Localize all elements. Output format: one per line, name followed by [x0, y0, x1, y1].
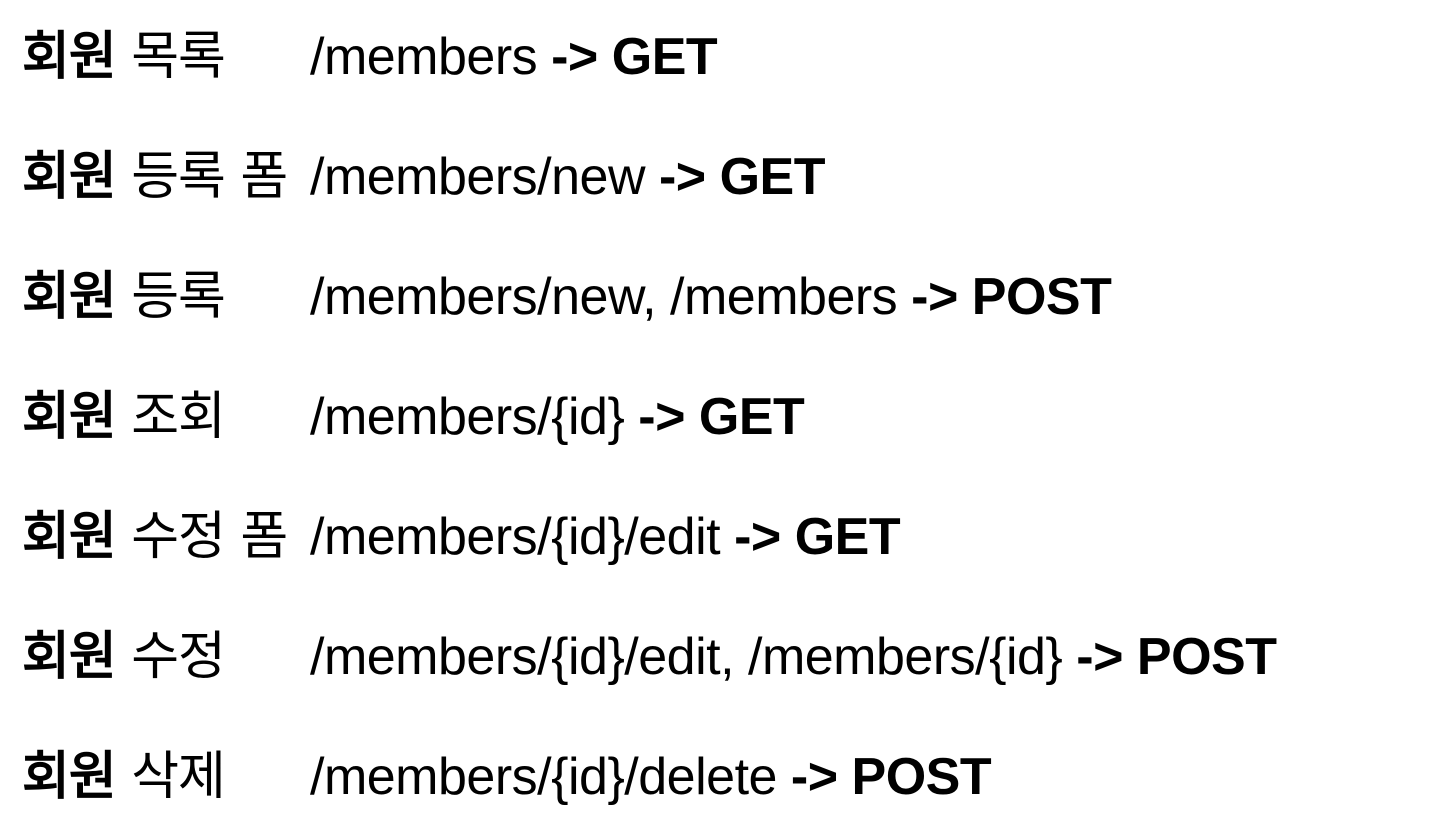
route-label: 회원 등록 폼 [22, 142, 288, 212]
route-arrow: -> [658, 148, 706, 206]
route-arrow: -> [638, 388, 685, 446]
route-row-member-edit: 회원 수정 /members/{id}/edit, /members/{id} … [22, 622, 1444, 742]
route-row-member-detail: 회원 조회 /members/{id} -> GET [22, 382, 1444, 502]
route-entity: 회원 [22, 267, 117, 327]
http-method: GET [794, 508, 901, 566]
http-method: POST [971, 268, 1112, 326]
route-path: /members/{id} [310, 388, 625, 446]
route-action: 조회 [131, 387, 226, 447]
route-arrow: -> [1076, 628, 1123, 686]
route-row-member-edit-form: 회원 수정 폼 /members/{id}/edit -> GET [22, 502, 1444, 622]
route-endpoint: /members/new, /members -> POST [310, 262, 1112, 332]
route-action: 등록 [131, 267, 226, 327]
route-arrow: -> [790, 748, 838, 806]
http-method: POST [1136, 628, 1277, 686]
route-label: 회원 수정 폼 [22, 502, 288, 572]
route-entity: 회원 [22, 747, 117, 807]
route-arrow: -> [911, 268, 958, 326]
route-path: /members/{id}/edit, /members/{id} [310, 628, 1063, 686]
route-entity: 회원 [22, 27, 117, 87]
route-action: 삭제 [131, 747, 226, 807]
route-entity: 회원 [22, 147, 117, 207]
route-action: 목록 [131, 27, 226, 87]
http-method: GET [719, 148, 826, 206]
route-arrow: -> [734, 508, 781, 566]
route-path: /members/new [310, 148, 646, 206]
route-label: 회원 조회 [22, 382, 226, 452]
http-method: GET [611, 28, 718, 86]
route-label: 회원 수정 [22, 622, 226, 692]
route-path: /members/new, /members [310, 268, 898, 326]
route-row-member-list: 회원 목록 /members -> GET [22, 22, 1444, 142]
route-path: /members/{id}/delete [310, 748, 777, 806]
route-endpoint: /members/{id}/edit -> GET [310, 502, 901, 572]
http-method: GET [698, 388, 805, 446]
route-entity: 회원 [22, 627, 117, 687]
route-row-member-delete: 회원 삭제 /members/{id}/delete -> POST [22, 742, 1444, 812]
route-label: 회원 목록 [22, 22, 226, 92]
route-label: 회원 등록 [22, 262, 226, 332]
route-path: /members/{id}/edit [310, 508, 721, 566]
route-label: 회원 삭제 [22, 742, 226, 812]
route-endpoint: /members/{id} -> GET [310, 382, 805, 452]
route-action: 수정 폼 [131, 507, 288, 567]
route-row-member-register: 회원 등록 /members/new, /members -> POST [22, 262, 1444, 382]
route-action: 등록 폼 [131, 147, 288, 207]
route-endpoint: /members/{id}/delete -> POST [310, 742, 992, 812]
route-list: 회원 목록 /members -> GET 회원 등록 폼 /members/n… [22, 22, 1444, 812]
http-method: POST [851, 748, 992, 806]
route-entity: 회원 [22, 387, 117, 447]
route-path: /members [310, 28, 538, 86]
route-action: 수정 [131, 627, 226, 687]
route-endpoint: /members/new -> GET [310, 142, 826, 212]
route-row-member-register-form: 회원 등록 폼 /members/new -> GET [22, 142, 1444, 262]
route-endpoint: /members -> GET [310, 22, 718, 92]
route-arrow: -> [551, 28, 598, 86]
route-entity: 회원 [22, 507, 117, 567]
route-endpoint: /members/{id}/edit, /members/{id} -> POS… [310, 622, 1277, 692]
